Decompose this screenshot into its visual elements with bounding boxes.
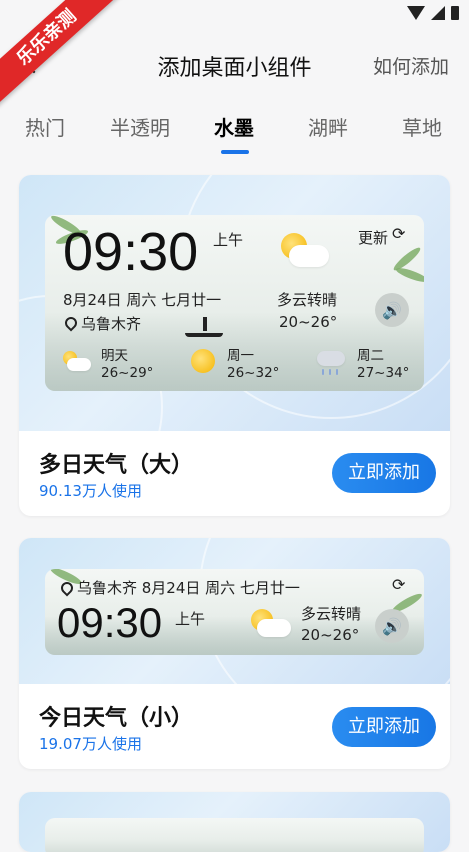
tab-translucent[interactable]: 半透明	[110, 112, 170, 141]
widget-name: 今日天气（小）	[39, 706, 194, 731]
rain-icon	[317, 351, 345, 366]
update-label[interactable]: 更新	[358, 227, 388, 248]
tab-lakeside[interactable]: 湖畔	[308, 112, 348, 141]
cloud-shape	[289, 245, 329, 267]
widget-time: 09:30	[63, 222, 199, 282]
weather-widget-large: 09:30 上午 更新 ⟳ 8月24日 周六 七月廿一 乌鲁木齐 多云转晴 20…	[45, 215, 424, 391]
cloud-shape	[257, 619, 291, 637]
category-tabs: 热门 半透明 水墨 湖畔 草地	[0, 112, 469, 162]
widget-time: 09:30	[57, 599, 163, 646]
widget-location: 乌鲁木齐	[81, 315, 142, 333]
usage-count: 19.07万人使用	[39, 735, 142, 753]
widget-card-partial[interactable]	[19, 792, 450, 852]
widget-preview	[19, 792, 450, 852]
rain-drop	[322, 369, 324, 375]
widget-header: 乌鲁木齐 8月24日 周六 七月廿一	[77, 579, 300, 597]
battery-icon	[451, 6, 459, 20]
widget-name: 多日天气（大）	[39, 453, 194, 478]
wifi-icon	[407, 6, 425, 20]
boat-icon	[185, 333, 223, 337]
widget-ampm: 上午	[213, 231, 244, 249]
weather-widget-preview	[45, 818, 424, 852]
widget-card-small[interactable]: 乌鲁木齐 8月24日 周六 七月廿一 ⟳ 09:30 上午 多云转晴 20~26…	[19, 538, 450, 769]
refresh-icon[interactable]: ⟳	[392, 575, 405, 594]
signal-icon	[431, 6, 445, 20]
widget-condition: 多云转晴	[301, 605, 362, 623]
widget-date: 8月24日 周六 七月廿一	[63, 291, 222, 309]
usage-count: 90.13万人使用	[39, 482, 142, 500]
forecast-temp: 26~29°	[101, 365, 154, 381]
sound-icon[interactable]: 🔊	[375, 293, 409, 327]
fisherman	[203, 317, 207, 331]
tab-hot[interactable]: 热门	[25, 112, 65, 141]
widget-temp: 20~26°	[301, 626, 360, 644]
tab-indicator	[221, 150, 249, 154]
add-widget-button[interactable]: 立即添加	[332, 453, 436, 493]
widget-ampm: 上午	[175, 610, 206, 628]
status-icons	[407, 6, 459, 20]
forecast-day: 周二	[357, 348, 384, 364]
sound-icon[interactable]: 🔊	[375, 609, 409, 643]
header: 添加桌面小组件 如何添加	[0, 40, 469, 90]
widget-condition: 多云转晴	[277, 291, 338, 309]
widget-card-large[interactable]: 09:30 上午 更新 ⟳ 8月24日 周六 七月廿一 乌鲁木齐 多云转晴 20…	[19, 175, 450, 516]
refresh-icon[interactable]: ⟳	[392, 224, 405, 243]
widget-temp: 20~26°	[279, 313, 338, 331]
rain-drop	[329, 369, 331, 375]
forecast-temp: 27~34°	[357, 365, 410, 381]
add-widget-button[interactable]: 立即添加	[332, 707, 436, 747]
rain-drop	[336, 369, 338, 375]
how-to-add-link[interactable]: 如何添加	[373, 52, 449, 79]
tab-ink[interactable]: 水墨	[214, 112, 254, 141]
forecast-day: 明天	[101, 348, 128, 364]
forecast-temp: 26~32°	[227, 365, 280, 381]
forecast-day: 周一	[227, 348, 254, 364]
widget-preview: 09:30 上午 更新 ⟳ 8月24日 周六 七月廿一 乌鲁木齐 多云转晴 20…	[19, 175, 450, 516]
weather-widget-small: 乌鲁木齐 8月24日 周六 七月廿一 ⟳ 09:30 上午 多云转晴 20~26…	[45, 569, 424, 655]
widget-preview: 乌鲁木齐 8月24日 周六 七月廿一 ⟳ 09:30 上午 多云转晴 20~26…	[19, 538, 450, 732]
cloud-shape	[67, 358, 91, 371]
bamboo-leaf	[394, 265, 424, 285]
tab-grassland[interactable]: 草地	[402, 112, 442, 141]
sun-icon	[191, 349, 215, 373]
